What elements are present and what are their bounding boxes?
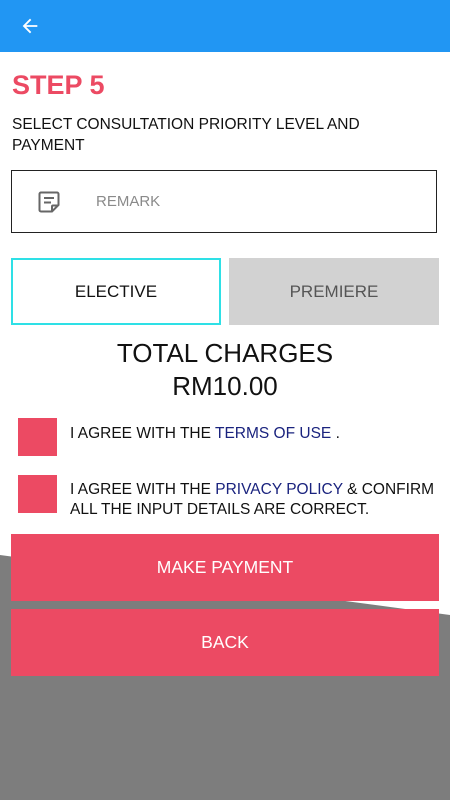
privacy-prefix: I AGREE WITH THE [70,481,211,498]
arrow-left-icon [22,18,38,34]
step-subtitle: SELECT CONSULTATION PRIORITY LEVEL AND P… [12,116,360,154]
privacy-policy-link[interactable]: PRIVACY POLICY [215,481,343,498]
remark-input[interactable] [94,180,398,223]
terms-of-use-link[interactable]: TERMS OF USE [215,425,331,442]
total-charges-label: TOTAL CHARGES [116,338,334,368]
step-title: STEP 5 [12,70,105,100]
terms-prefix: I AGREE WITH THE [70,425,211,442]
terms-checkbox[interactable] [18,418,57,456]
total-charges-amount: RM10.00 [172,371,278,401]
priority-option-premiere[interactable]: PREMIERE [229,258,439,325]
remark-field[interactable] [11,170,437,233]
make-payment-button[interactable]: MAKE PAYMENT [11,534,439,601]
note-icon [36,188,64,216]
app-bar [0,0,450,52]
priority-option-elective[interactable]: ELECTIVE [11,258,221,325]
terms-agreement-text: I AGREE WITH THE TERMS OF USE . [70,424,440,444]
privacy-agreement-text: I AGREE WITH THE PRIVACY POLICY & CONFIR… [70,480,440,520]
terms-suffix: . [335,425,340,442]
priority-option-label: PREMIERE [289,281,379,301]
back-arrow-button[interactable] [14,10,46,42]
priority-option-label: ELECTIVE [74,281,158,301]
back-button[interactable]: BACK [11,609,439,676]
privacy-checkbox[interactable] [18,475,57,513]
